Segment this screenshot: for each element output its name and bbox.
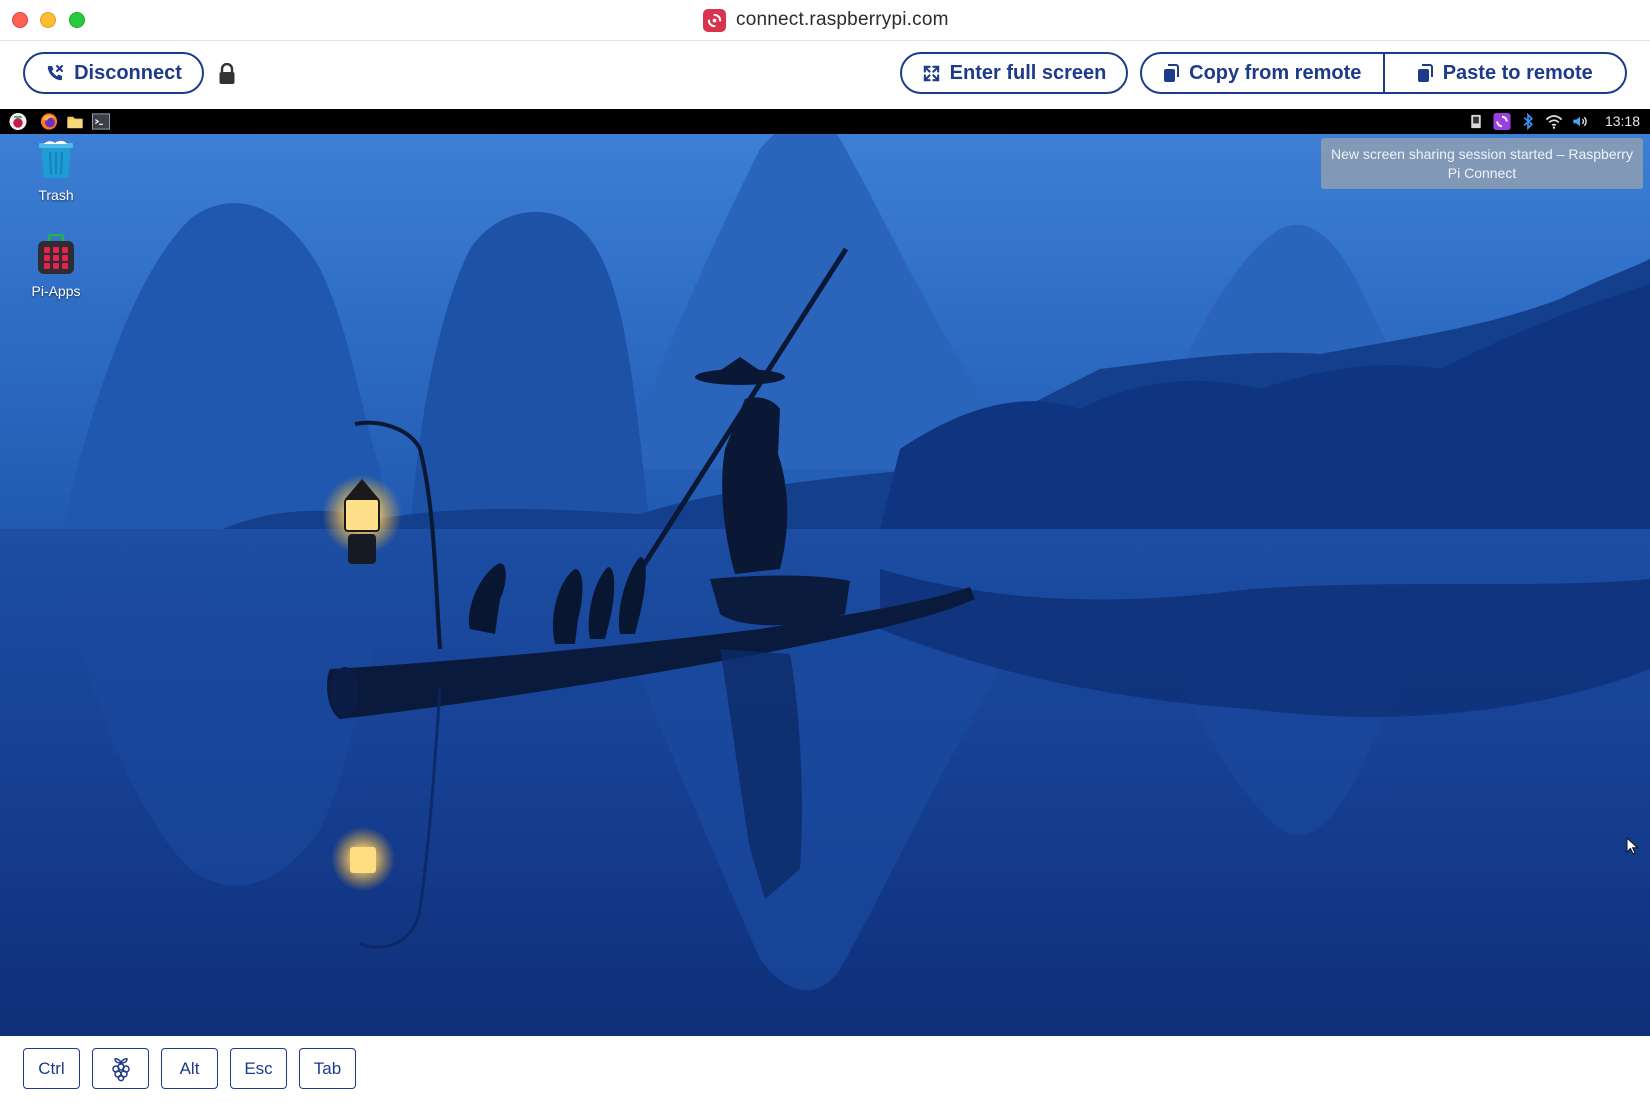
clipboard-button-group: Copy from remote Paste to remote: [1140, 52, 1627, 94]
file-manager-icon[interactable]: [65, 112, 85, 131]
close-window-button[interactable]: [12, 12, 28, 28]
phone-disconnect-icon: [47, 65, 64, 81]
pi-apps-icon: [38, 233, 74, 274]
pi-apps-label: Pi-Apps: [31, 283, 81, 299]
copy-from-remote-button[interactable]: Copy from remote: [1142, 54, 1383, 92]
paste-to-remote-button[interactable]: Paste to remote: [1382, 54, 1626, 92]
clipboard-copy-icon: [1164, 64, 1180, 82]
connect-icon[interactable]: [1492, 112, 1512, 131]
clock[interactable]: 13:18: [1605, 113, 1640, 129]
firefox-icon[interactable]: [39, 112, 59, 131]
special-keys-bar: Ctrl Alt Esc Tab: [0, 1036, 1650, 1103]
alt-key[interactable]: Alt: [161, 1048, 218, 1089]
browser-title-bar: connect.raspberrypi.com: [0, 0, 1650, 41]
lock-icon: [219, 63, 235, 84]
fullscreen-label: Enter full screen: [949, 61, 1107, 84]
expand-icon: [923, 65, 939, 81]
desktop-wallpaper: [0, 109, 1650, 1036]
minimize-window-button[interactable]: [40, 12, 56, 28]
ctrl-key[interactable]: Ctrl: [23, 1048, 80, 1089]
desktop-icon-trash[interactable]: Trash: [16, 140, 96, 203]
desktop-icon-pi-apps[interactable]: Pi-Apps: [16, 233, 96, 299]
address-display: connect.raspberrypi.com: [703, 8, 949, 32]
trash-icon: [39, 140, 73, 178]
raspberry-pi-connect-icon: [703, 8, 726, 32]
zoom-window-button[interactable]: [69, 12, 85, 28]
bluetooth-icon[interactable]: [1518, 112, 1538, 131]
wifi-icon[interactable]: [1544, 112, 1564, 131]
session-notification[interactable]: New screen sharing session started – Ras…: [1321, 138, 1643, 189]
disconnect-button[interactable]: Disconnect: [23, 52, 204, 94]
disconnect-label: Disconnect: [74, 61, 182, 84]
remote-desktop-viewport[interactable]: 13:18 Trash Pi-Apps New screen sharing s…: [0, 109, 1650, 1036]
tab-key[interactable]: Tab: [299, 1048, 356, 1089]
clipboard-paste-icon: [1417, 64, 1433, 82]
trash-label: Trash: [38, 187, 74, 203]
network-icon[interactable]: [1466, 112, 1486, 131]
terminal-icon[interactable]: [91, 112, 111, 131]
raspberry-logo-icon: [111, 1057, 130, 1081]
volume-icon[interactable]: [1570, 112, 1590, 131]
url-text: connect.raspberrypi.com: [736, 9, 949, 30]
enter-full-screen-button[interactable]: Enter full screen: [900, 52, 1128, 94]
paste-label: Paste to remote: [1442, 61, 1593, 84]
desktop-taskbar: 13:18: [0, 109, 1650, 134]
raspberry-key[interactable]: [92, 1048, 149, 1089]
mouse-cursor-icon: [1626, 837, 1639, 855]
copy-label: Copy from remote: [1189, 61, 1362, 84]
connect-toolbar: Disconnect Enter full screen Copy from r…: [0, 41, 1650, 109]
raspberry-menu-icon[interactable]: [8, 112, 28, 131]
esc-key[interactable]: Esc: [230, 1048, 287, 1089]
